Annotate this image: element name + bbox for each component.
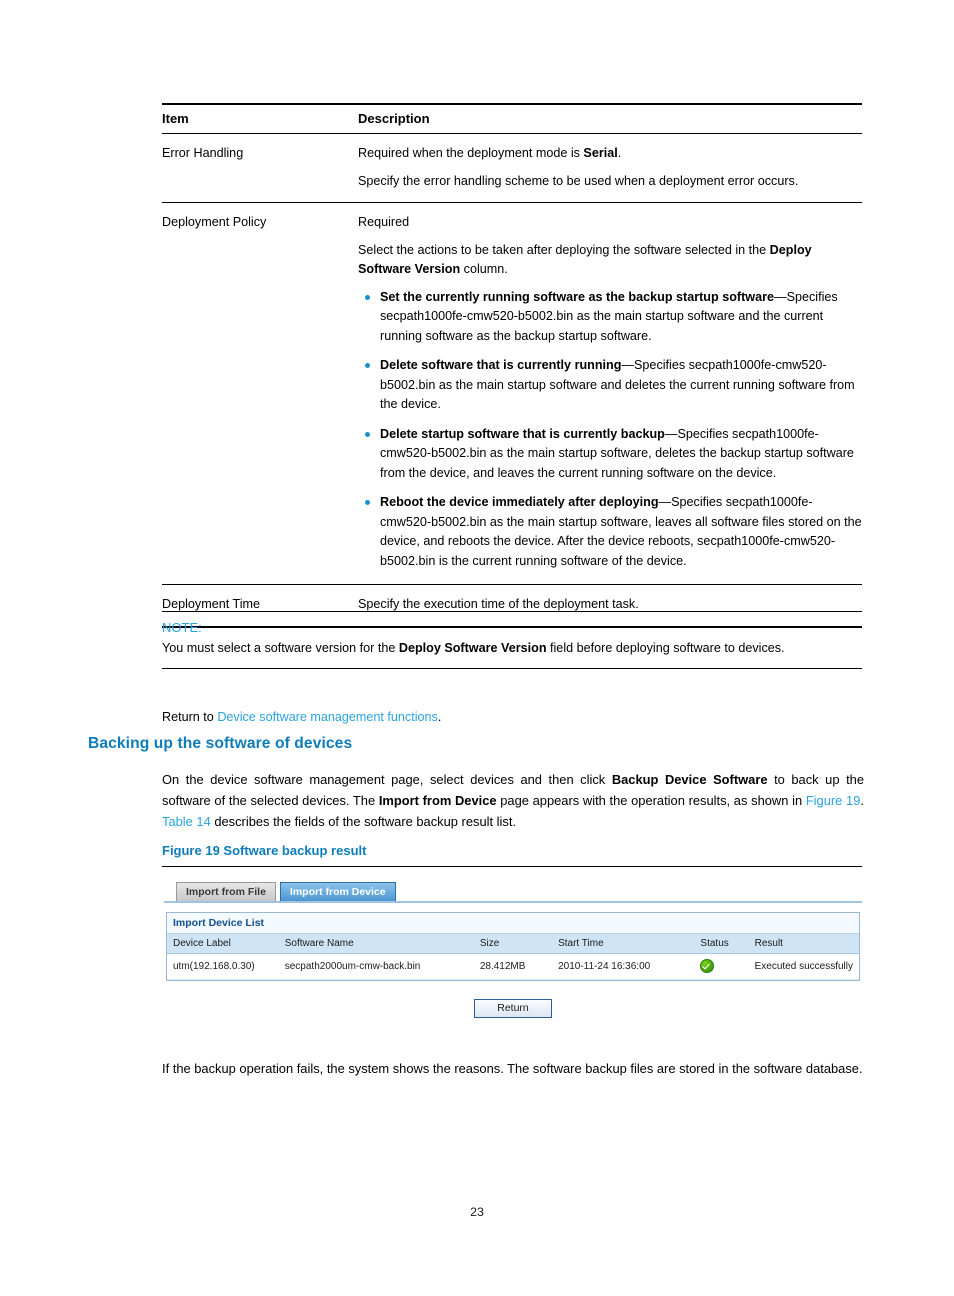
text-fragment: Select the actions to be taken after dep…	[358, 242, 770, 257]
row-description: Required Select the actions to be taken …	[358, 203, 862, 585]
bullet-bold-term: Delete software that is currently runnin…	[380, 358, 622, 373]
table-row-deployment-policy: Deployment Policy Required Select the ac…	[162, 202, 862, 585]
text-fragment: .	[617, 146, 622, 160]
import-device-table: Device Label Software Name Size Start Ti…	[167, 934, 859, 980]
import-device-list-panel: Import Device List Device Label Software…	[166, 912, 860, 981]
note-label: NOTE:	[162, 620, 202, 635]
text-fragment: .	[860, 792, 864, 808]
list-item: Delete software that is currently runnin…	[365, 356, 862, 415]
text-fragment: You must select a software version for t…	[162, 641, 399, 655]
column-header-status[interactable]: Status	[694, 934, 749, 954]
list-item: Delete startup software that is currentl…	[365, 425, 862, 484]
description-line: Specify the error handling scheme to be …	[358, 173, 799, 188]
cell-start-time: 2010-11-24 16:36:00	[552, 953, 695, 980]
panel-title: Import Device List	[167, 913, 859, 934]
table-header-row: Device Label Software Name Size Start Ti…	[167, 934, 859, 954]
bullet-bold-term: Delete startup software that is currentl…	[380, 426, 665, 441]
column-header-result[interactable]: Result	[748, 934, 859, 954]
row-item-label: Error Handling	[162, 146, 244, 160]
text-fragment: page appears with the operation results,…	[496, 792, 806, 808]
table-14-link[interactable]: Table 14	[162, 814, 211, 829]
note-bottom-rule	[162, 667, 862, 669]
bold-term: Backup Device Software	[611, 772, 768, 787]
table-header-row: Item Description	[162, 104, 862, 134]
device-software-management-link[interactable]: Device software management functions	[217, 710, 438, 724]
note-block: NOTE: You must select a software version…	[162, 611, 862, 669]
button-row: Return	[164, 998, 862, 1018]
note-body: You must select a software version for t…	[162, 639, 862, 668]
tab-import-from-device[interactable]: Import from Device	[279, 882, 396, 901]
list-item: Reboot the device immediately after depl…	[365, 493, 862, 571]
document-page: Item Description Error Handling Required…	[0, 0, 954, 1296]
bullet-bold-term: Reboot the device immediately after depl…	[380, 495, 659, 510]
row-description: Required when the deployment mode is Ser…	[358, 134, 862, 203]
list-item: Set the currently running software as th…	[365, 288, 862, 347]
item-description-table: Item Description Error Handling Required…	[162, 103, 862, 629]
bold-term: Deploy Software Version	[398, 641, 547, 655]
table-row-error-handling: Error Handling Required when the deploym…	[162, 133, 862, 203]
description-line: Required when the deployment mode is Ser…	[358, 144, 862, 164]
figure-screenshot: Import from File Import from Device Impo…	[164, 876, 862, 1028]
row-item-label: Deployment Policy	[162, 215, 267, 230]
text-fragment: On the device software management page, …	[162, 772, 612, 787]
column-header-software-name[interactable]: Software Name	[278, 934, 474, 954]
cell-status	[694, 953, 749, 980]
text-fragment: Return to	[162, 710, 218, 724]
description-line: Select the actions to be taken after dep…	[358, 241, 862, 280]
figure-19-link[interactable]: Figure 19	[806, 793, 861, 808]
bold-term: Serial	[583, 146, 618, 160]
return-to-line: Return to Device software management fun…	[162, 710, 862, 724]
return-button[interactable]: Return	[474, 999, 552, 1018]
description-line: Required	[358, 215, 410, 230]
column-header-item: Item	[162, 111, 189, 126]
section-heading: Backing up the software of devices	[88, 735, 353, 752]
column-header-start-time[interactable]: Start Time	[552, 934, 695, 954]
tab-bar: Import from File Import from Device	[176, 882, 396, 901]
text-fragment: .	[437, 710, 442, 724]
column-header-device-label[interactable]: Device Label	[167, 934, 279, 954]
bullet-bold-term: Set the currently running software as th…	[380, 289, 774, 304]
success-check-icon	[700, 959, 715, 973]
tab-bar-underline	[164, 901, 862, 903]
table-row: utm(192.168.0.30) secpath2000um-cmw-back…	[167, 953, 859, 980]
bold-term: Import from Device	[378, 792, 497, 808]
text-fragment: describes the fields of the software bac…	[210, 813, 516, 829]
text-fragment: Required when the deployment mode is	[358, 146, 584, 160]
tail-paragraph: If the backup operation fails, the syste…	[162, 1061, 863, 1076]
section-paragraph: On the device software management page, …	[162, 770, 864, 833]
policy-bullet-list: Set the currently running software as th…	[358, 288, 862, 572]
column-header-size[interactable]: Size	[473, 934, 553, 954]
cell-device-label: utm(192.168.0.30)	[167, 953, 279, 980]
tab-import-from-file[interactable]: Import from File	[176, 882, 276, 901]
cell-result: Executed successfully	[748, 953, 859, 980]
cell-software-name: secpath2000um-cmw-back.bin	[278, 953, 474, 980]
text-fragment: column.	[460, 262, 508, 277]
figure-top-rule	[162, 866, 862, 867]
page-number: 23	[470, 1205, 484, 1219]
text-fragment: field before deploying software to devic…	[546, 641, 785, 655]
figure-caption: Figure 19 Software backup result	[162, 843, 367, 858]
column-header-description: Description	[358, 111, 430, 126]
cell-size: 28.412MB	[473, 953, 553, 980]
